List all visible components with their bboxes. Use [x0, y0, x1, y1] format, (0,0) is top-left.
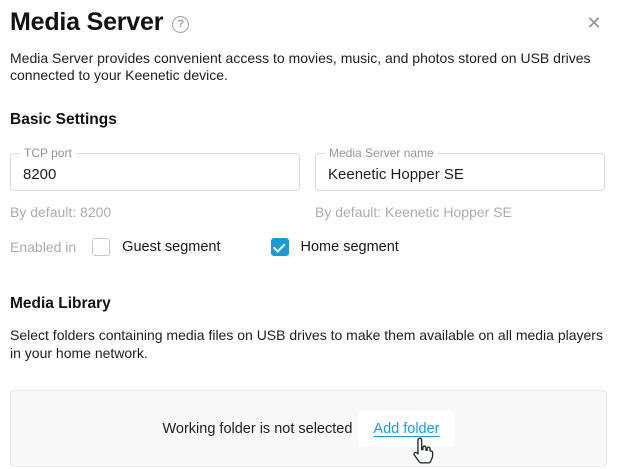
intro-text: Media Server provides convenient access … [10, 50, 604, 84]
tcp-port-field-group: TCP port By default: 8200 [10, 153, 300, 220]
media-server-dialog: Media Server ? ✕ Media Server provides c… [0, 0, 617, 469]
home-segment-checkbox[interactable] [271, 238, 289, 256]
add-folder-link[interactable]: Add folder [373, 421, 439, 437]
tcp-port-field-outline: TCP port [10, 153, 300, 191]
tcp-port-helper: By default: 8200 [10, 204, 300, 220]
enabled-in-label: Enabled in [10, 239, 76, 255]
guest-segment-checkbox-item[interactable]: Guest segment [92, 238, 220, 256]
basic-settings-heading: Basic Settings [10, 111, 607, 129]
server-name-field-outline: Media Server name [315, 153, 605, 191]
basic-settings-fields: TCP port By default: 8200 Media Server n… [10, 153, 607, 220]
empty-state-message: Working folder is not selected [162, 421, 352, 437]
guest-segment-label: Guest segment [122, 239, 220, 255]
server-name-helper: By default: Keenetic Hopper SE [315, 204, 605, 220]
server-name-field-group: Media Server name By default: Keenetic H… [315, 153, 605, 220]
page-title: Media Server [10, 8, 163, 37]
tcp-port-label: TCP port [20, 147, 76, 160]
help-icon[interactable]: ? [172, 16, 189, 33]
add-folder-button[interactable]: Add folder [358, 411, 454, 447]
hand-pointer-cursor-icon [410, 436, 436, 466]
server-name-label: Media Server name [325, 147, 438, 160]
close-icon[interactable]: ✕ [584, 13, 604, 33]
media-library-description: Select folders containing media files on… [10, 327, 607, 362]
media-library-empty-panel: Working folder is not selected Add folde… [10, 390, 607, 467]
dialog-header: Media Server ? ✕ [10, 8, 607, 37]
home-segment-checkbox-item[interactable]: Home segment [271, 238, 399, 256]
guest-segment-checkbox[interactable] [92, 238, 110, 256]
media-library-heading: Media Library [10, 295, 607, 313]
home-segment-label: Home segment [301, 239, 399, 255]
enabled-in-row: Enabled in Guest segment Home segment [10, 238, 607, 256]
